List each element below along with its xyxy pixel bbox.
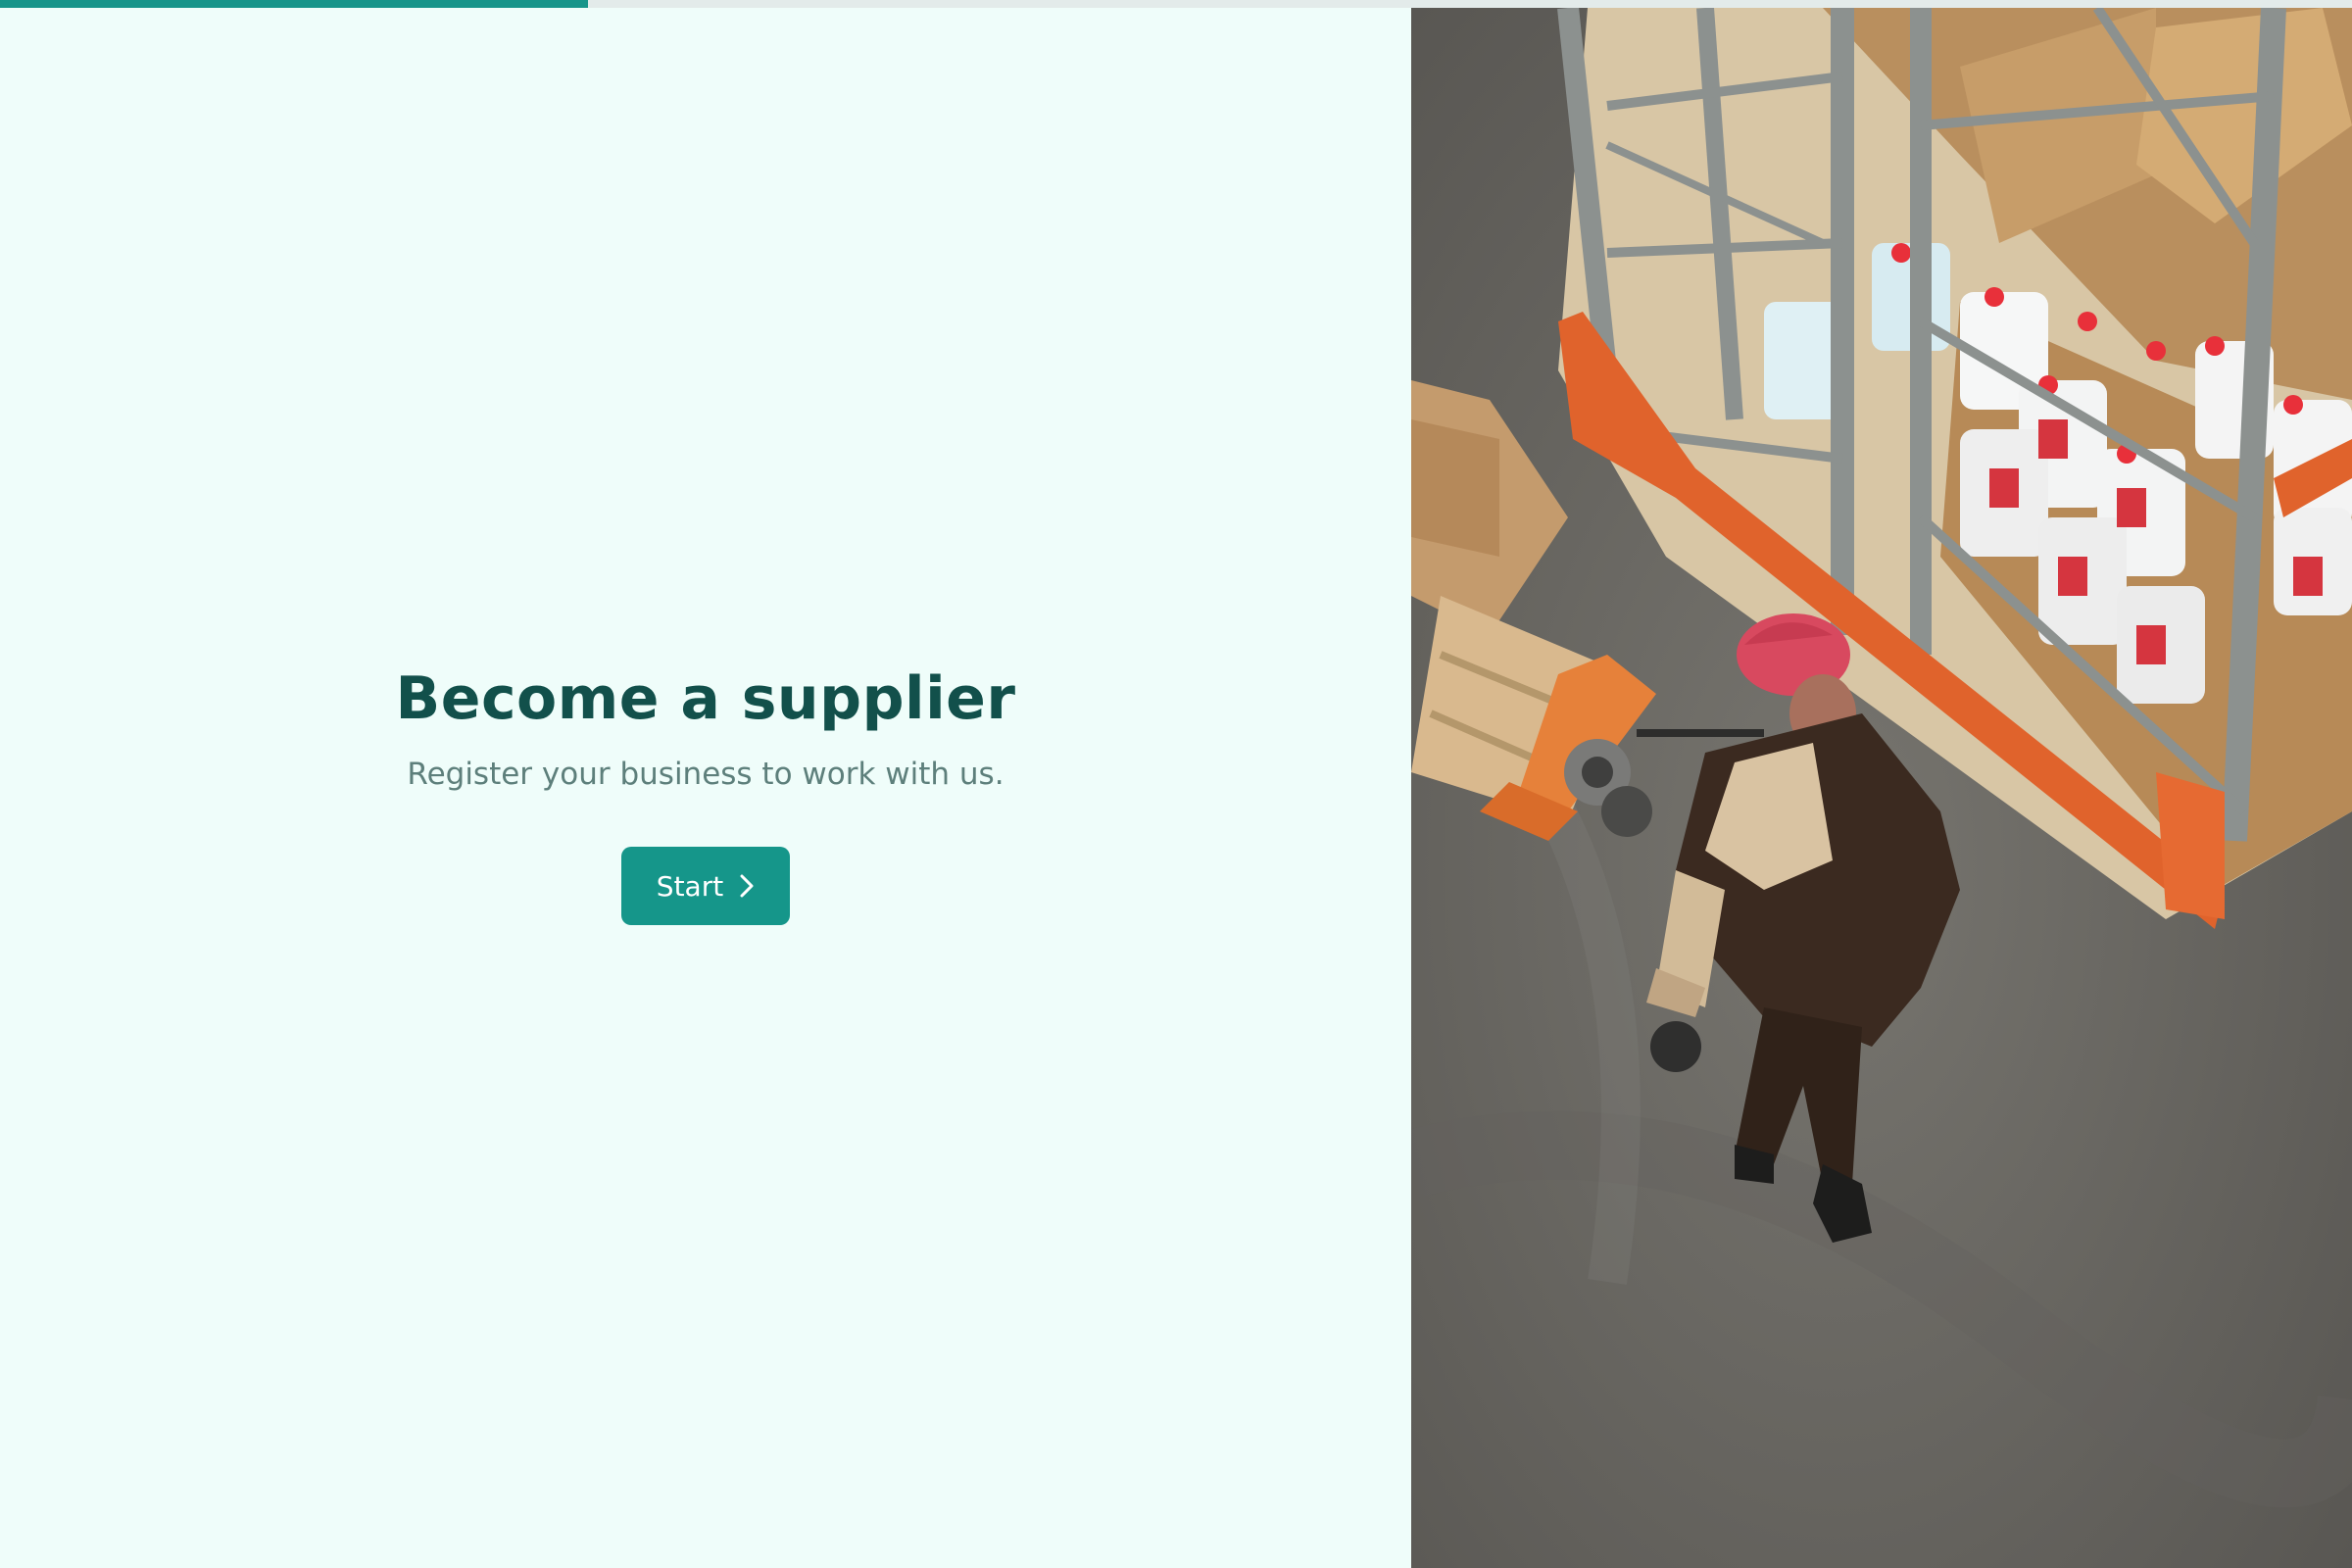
page-subtitle: Register your business to work with us. — [407, 757, 1004, 792]
chevron-right-icon — [739, 873, 755, 899]
warehouse-worker-photo — [1411, 8, 2352, 1568]
start-button[interactable]: Start — [621, 847, 790, 925]
start-button-label: Start — [656, 869, 724, 903]
progress-bar-fill — [0, 0, 588, 8]
intro-panel: Become a supplier Register your business… — [0, 8, 1411, 1568]
intro-content: Become a supplier Register your business… — [0, 655, 1411, 925]
hero-image — [1411, 8, 2352, 1568]
page-title: Become a supplier — [395, 664, 1016, 733]
progress-bar — [0, 0, 2352, 8]
